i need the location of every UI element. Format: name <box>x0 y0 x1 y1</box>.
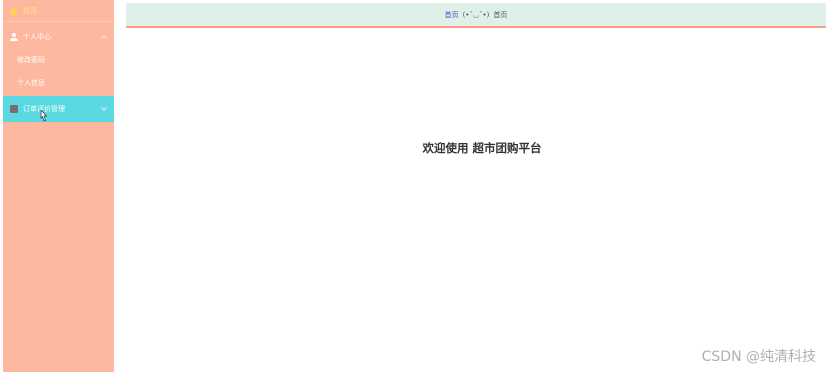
sidebar-subitem-personal-info[interactable]: 个人信息 <box>3 72 114 94</box>
sidebar-subitem-label: 修改密码 <box>17 56 45 64</box>
order-icon <box>10 105 18 113</box>
breadcrumb-home-link[interactable]: 首页 <box>445 10 459 20</box>
breadcrumb-separator: (•ˇ◡ˇ•) <box>462 10 490 19</box>
home-icon <box>10 6 18 15</box>
breadcrumb: 首页 (•ˇ◡ˇ•) 首页 <box>126 3 826 28</box>
welcome-message: 欢迎使用 超市团购平台 <box>422 141 542 155</box>
app-page: 首页 个人中心 修改密码 个人信息 订单评价管理 首页 (•ˇ◡ˇ•) 首页 欢… <box>0 0 830 374</box>
sidebar-home-label: 首页 <box>23 6 37 15</box>
sidebar-item-home[interactable]: 首页 <box>3 0 114 22</box>
breadcrumb-current: 首页 <box>493 10 508 19</box>
watermark: CSDN @纯清科技 <box>701 349 816 365</box>
sidebar-item-order-management[interactable]: 订单评价管理 <box>3 96 114 122</box>
sidebar-subitem-label: 个人信息 <box>17 79 45 87</box>
user-icon <box>10 33 18 41</box>
sidebar-gutter <box>114 0 126 374</box>
mouse-pointer-icon <box>40 110 47 122</box>
chevron-up-icon <box>101 35 107 41</box>
sidebar: 首页 个人中心 修改密码 个人信息 订单评价管理 <box>3 0 114 372</box>
sidebar-subitem-change-password[interactable]: 修改密码 <box>3 49 114 71</box>
chevron-down-icon <box>101 105 107 111</box>
sidebar-personal-center-label: 个人中心 <box>23 33 51 41</box>
sidebar-item-personal-center[interactable]: 个人中心 <box>3 26 114 48</box>
